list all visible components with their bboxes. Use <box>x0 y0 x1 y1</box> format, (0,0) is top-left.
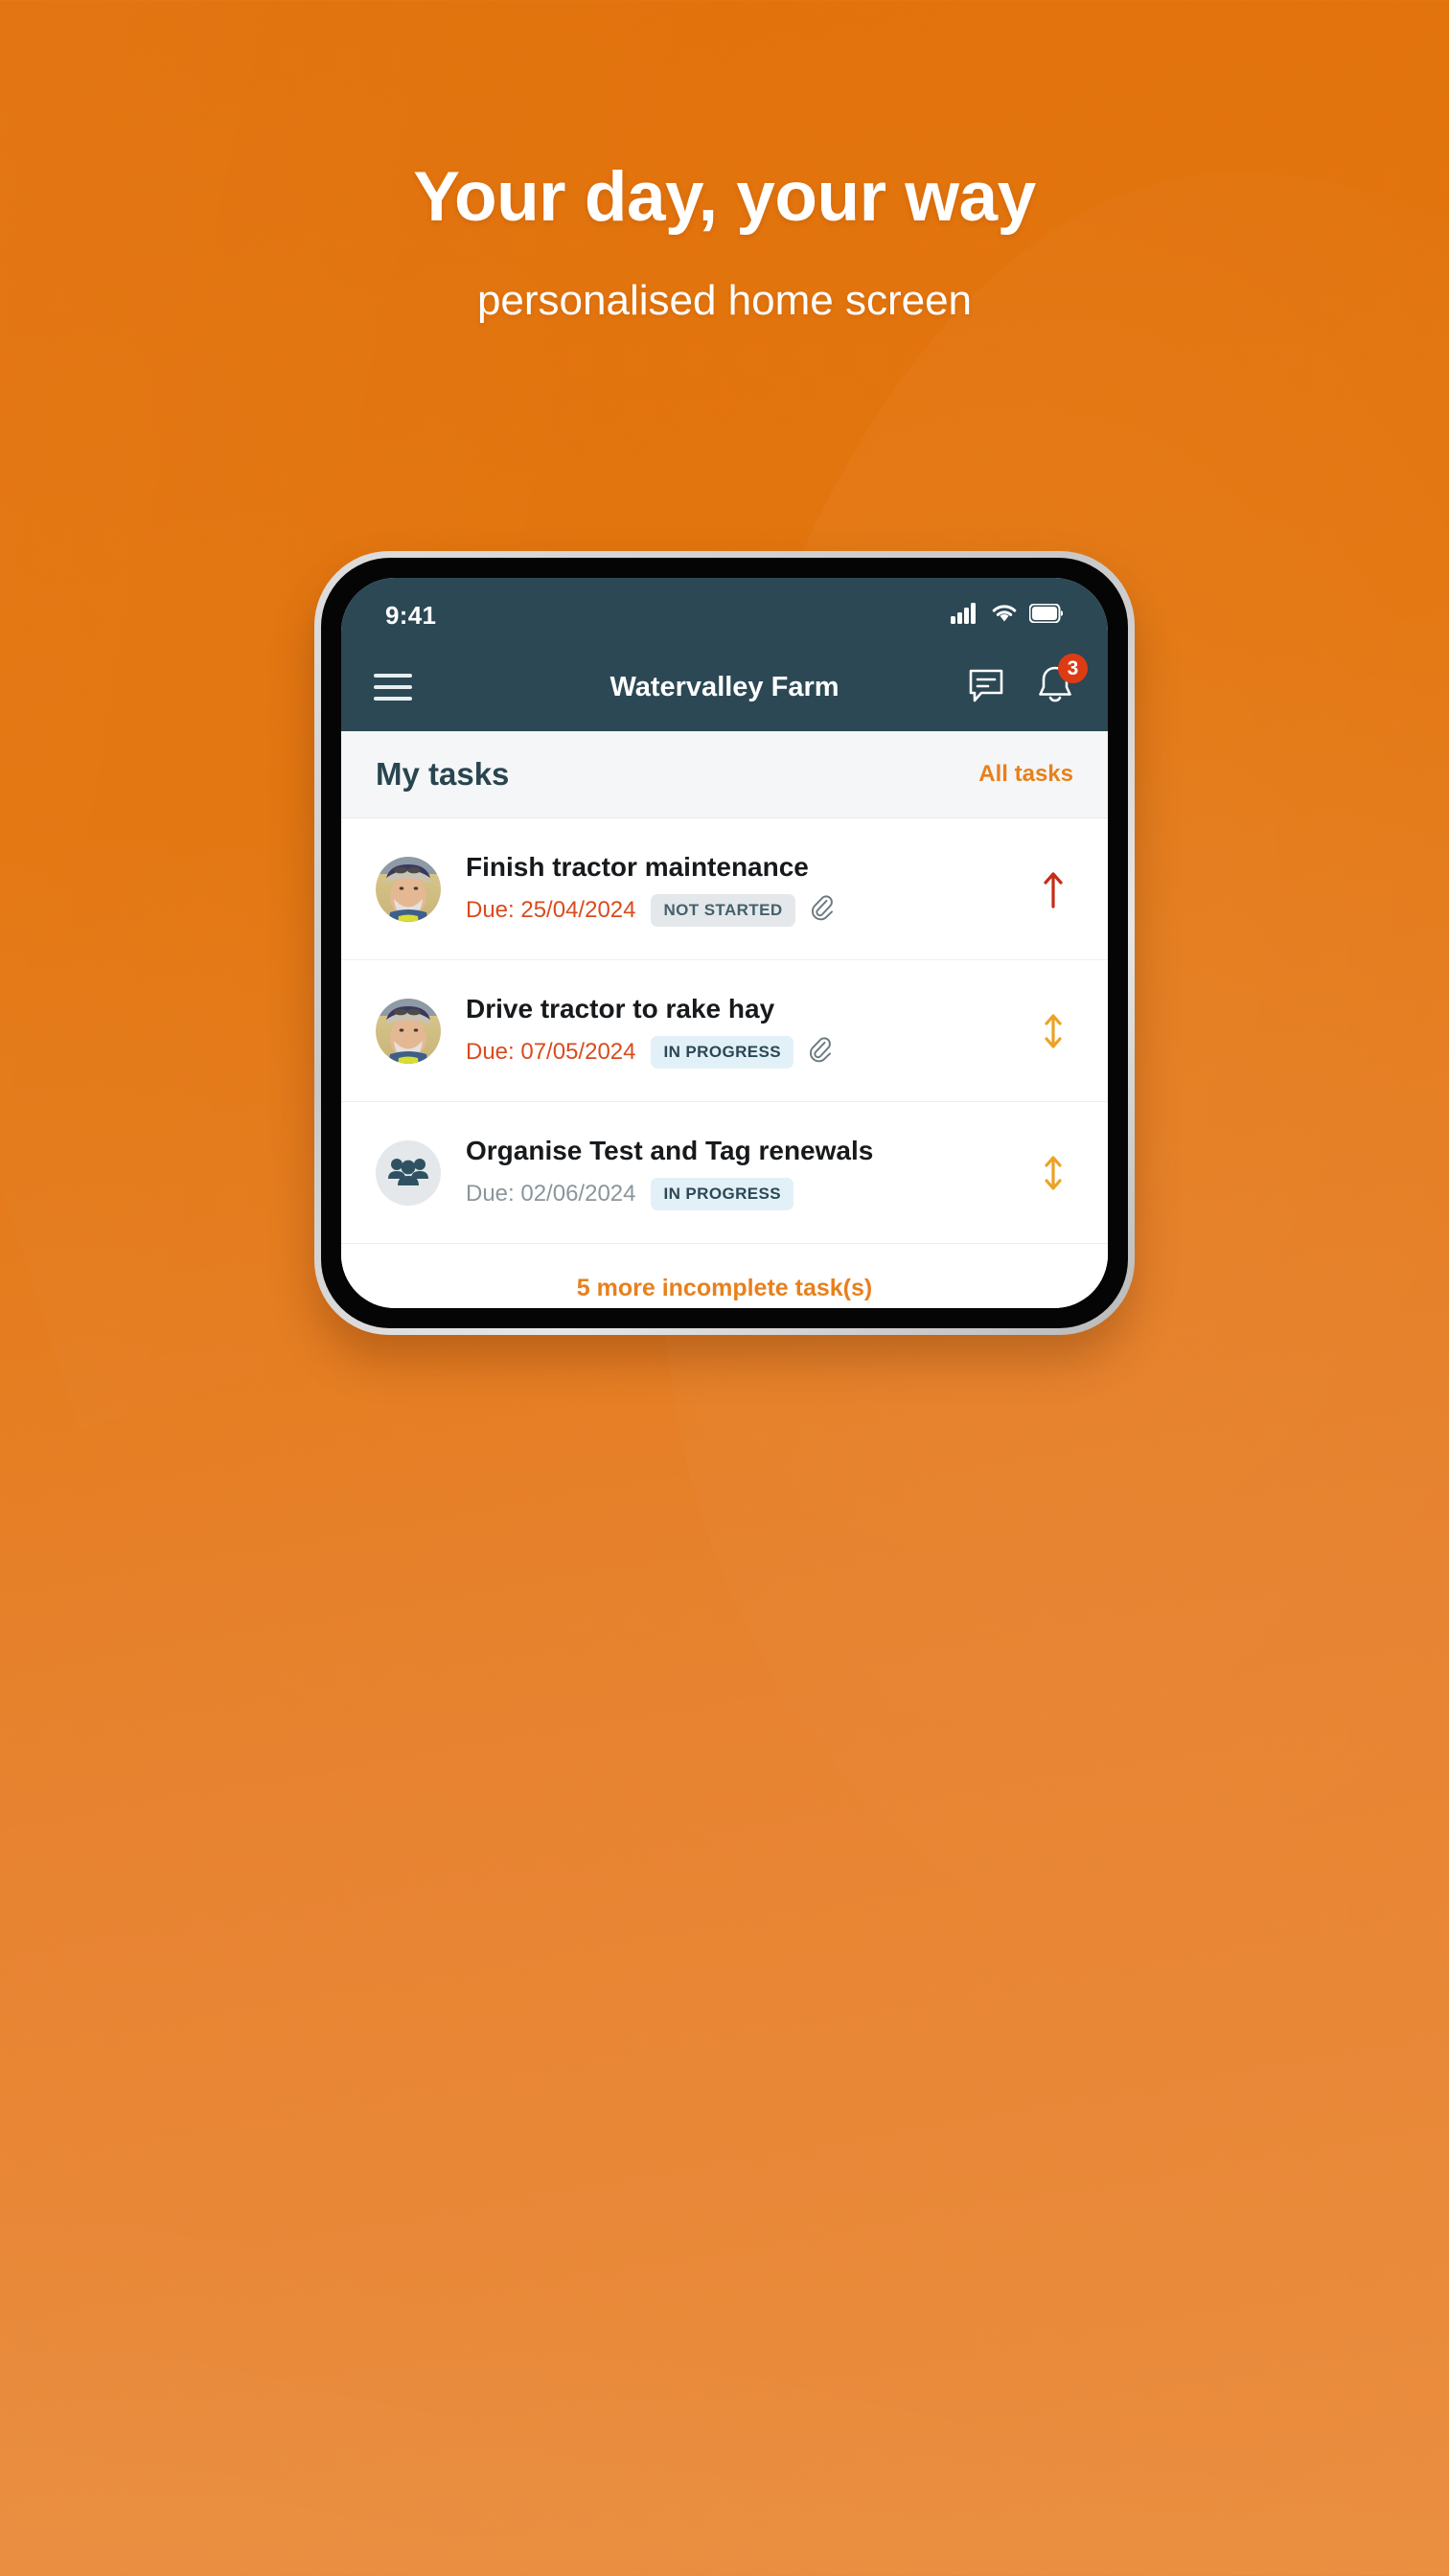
status-badge: IN PROGRESS <box>651 1178 794 1211</box>
task-title: Organise Test and Tag renewals <box>466 1135 874 1165</box>
user-photo-avatar <box>376 998 441 1064</box>
app-header: Watervalley Farm 3 <box>341 643 1108 731</box>
task-due-date: Due: 02/06/2024 <box>466 1181 636 1208</box>
task-details: Finish tractor maintenance Due: 25/04/20… <box>441 851 1031 928</box>
group-people-avatar <box>376 1139 441 1206</box>
poster-header: Your day, your way personalised home scr… <box>0 0 1449 325</box>
phone-outer-bezel: 9:41 Watervalley Farm 3 My tasks All tas… <box>314 551 1135 1335</box>
wifi-icon <box>991 603 1018 629</box>
arrow-up-down-icon <box>1031 1153 1075 1193</box>
battery-icon <box>1028 603 1064 628</box>
task-meta: Due: 07/05/2024 IN PROGRESS <box>466 1036 1031 1070</box>
notification-count-badge: 3 <box>1058 653 1088 683</box>
my-tasks-section-header: My tasks All tasks <box>341 731 1108 818</box>
phone-mockup: 9:41 Watervalley Farm 3 My tasks All tas… <box>314 551 1135 1335</box>
status-bar-time: 9:41 <box>385 600 437 630</box>
task-row[interactable]: Drive tractor to rake hay Due: 07/05/202… <box>341 960 1108 1102</box>
background-swoosh-bottom <box>0 2097 1449 2576</box>
status-bar: 9:41 <box>341 578 1108 643</box>
task-due-date: Due: 25/04/2024 <box>466 897 636 924</box>
phone-inner-bezel: 9:41 Watervalley Farm 3 My tasks All tas… <box>321 558 1128 1328</box>
poster-subtitle: personalised home screen <box>476 276 973 324</box>
status-badge: NOT STARTED <box>651 894 795 928</box>
user-photo-avatar <box>376 856 441 922</box>
cellular-signal-icon <box>951 602 979 629</box>
screen-content: My tasks All tasks Finish tractor mainte… <box>341 731 1108 1308</box>
task-meta: Due: 25/04/2024 NOT STARTED <box>466 894 1031 928</box>
task-row[interactable]: Finish tractor maintenance Due: 25/04/20… <box>341 818 1108 960</box>
poster-title: Your day, your way <box>413 158 1036 236</box>
app-header-actions: 3 <box>966 653 1088 711</box>
all-tasks-link[interactable]: All tasks <box>978 761 1073 788</box>
chat-bubble-icon[interactable] <box>966 665 1006 710</box>
task-due-date: Due: 07/05/2024 <box>466 1039 636 1066</box>
arrow-up-down-icon <box>1031 1011 1075 1051</box>
notification-bell-icon[interactable]: 3 <box>1035 653 1088 711</box>
task-title: Drive tractor to rake hay <box>466 993 775 1024</box>
status-bar-icons <box>951 602 1064 629</box>
attachment-paperclip-icon[interactable] <box>809 1036 834 1069</box>
phone-screen: 9:41 Watervalley Farm 3 My tasks All tas… <box>341 578 1108 1308</box>
status-badge: IN PROGRESS <box>651 1036 794 1070</box>
my-tasks-heading: My tasks <box>376 756 510 792</box>
task-details: Drive tractor to rake hay Due: 07/05/202… <box>441 993 1031 1070</box>
hamburger-menu-icon[interactable] <box>374 674 412 701</box>
attachment-paperclip-icon[interactable] <box>811 894 836 927</box>
task-row[interactable]: Organise Test and Tag renewals Due: 02/0… <box>341 1102 1108 1244</box>
more-incomplete-tasks-link[interactable]: 5 more incomplete task(s) <box>341 1244 1108 1308</box>
task-title: Finish tractor maintenance <box>466 851 809 882</box>
arrow-up-icon <box>1031 870 1075 908</box>
task-details: Organise Test and Tag renewals Due: 02/0… <box>441 1135 1031 1211</box>
task-meta: Due: 02/06/2024 IN PROGRESS <box>466 1178 1031 1211</box>
